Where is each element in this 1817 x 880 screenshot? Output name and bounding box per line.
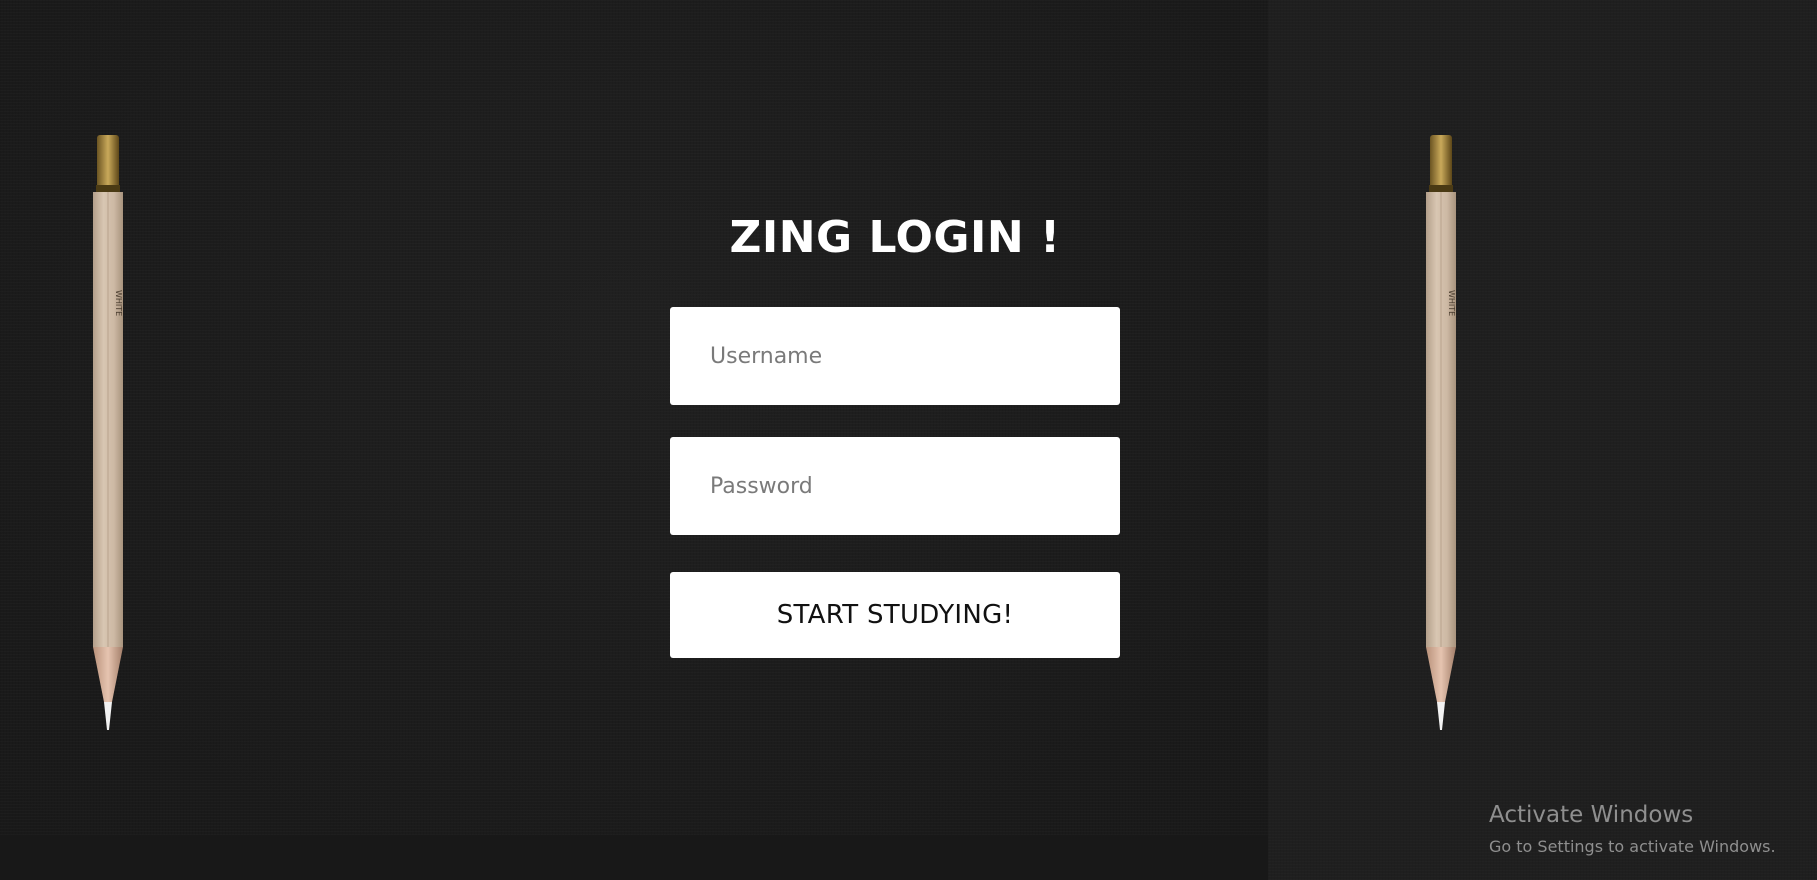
username-input[interactable] (670, 307, 1120, 405)
activate-windows-watermark: Activate Windows Go to Settings to activ… (1489, 800, 1776, 860)
background-fabric-right (1268, 0, 1817, 880)
activate-windows-title: Activate Windows (1489, 802, 1694, 828)
password-input[interactable] (670, 437, 1120, 535)
login-title: ZING LOGIN ! (729, 212, 1061, 263)
background-fabric-left (0, 0, 1268, 835)
pencil-imprint: WHITE (114, 290, 123, 316)
activate-windows-subtitle: Go to Settings to activate Windows. (1489, 837, 1776, 856)
pencil-image-right: WHITE (1426, 135, 1456, 730)
pencil-imprint: WHITE (1447, 290, 1456, 316)
background-strip-bottom (0, 835, 1268, 880)
pencil-image-left: WHITE (93, 135, 123, 730)
start-studying-button[interactable]: START STUDYING! (670, 572, 1120, 658)
login-page: WHITE WHITE ZING LOGIN ! Username START … (0, 0, 1817, 880)
